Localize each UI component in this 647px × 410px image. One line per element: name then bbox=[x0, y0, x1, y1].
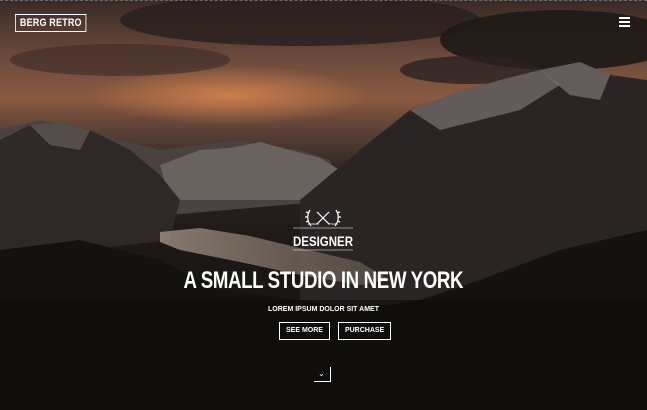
top-border bbox=[0, 0, 647, 1]
site-logo[interactable]: BERG RETRO bbox=[15, 14, 87, 32]
hero-subheadline: LOREM IPSUM DOLOR SIT AMET bbox=[268, 306, 379, 313]
badge-small-right: IPSUM bbox=[328, 222, 338, 226]
hamburger-menu-icon[interactable] bbox=[619, 17, 630, 27]
hero-buttons: SEE MORE PURCHASE bbox=[279, 322, 392, 340]
badge-small-left: LOREM bbox=[308, 222, 319, 226]
hero-headline-text: A SMALL STUDIO IN NEW YORK bbox=[183, 267, 464, 294]
hero-headline: A SMALL STUDIO IN NEW YORK bbox=[0, 266, 647, 296]
badge-word: DESIGNER bbox=[293, 233, 353, 249]
chevron-down-icon: ⌄ bbox=[318, 369, 325, 378]
menu-line bbox=[619, 17, 630, 19]
purchase-button[interactable]: PURCHASE bbox=[337, 322, 392, 340]
menu-line bbox=[619, 25, 630, 27]
designer-badge: LOREM IPSUM DESIGNER bbox=[293, 209, 353, 251]
scroll-down-button[interactable]: ⌄ bbox=[314, 367, 331, 382]
menu-line bbox=[619, 21, 630, 23]
see-more-button[interactable]: SEE MORE bbox=[279, 322, 330, 340]
